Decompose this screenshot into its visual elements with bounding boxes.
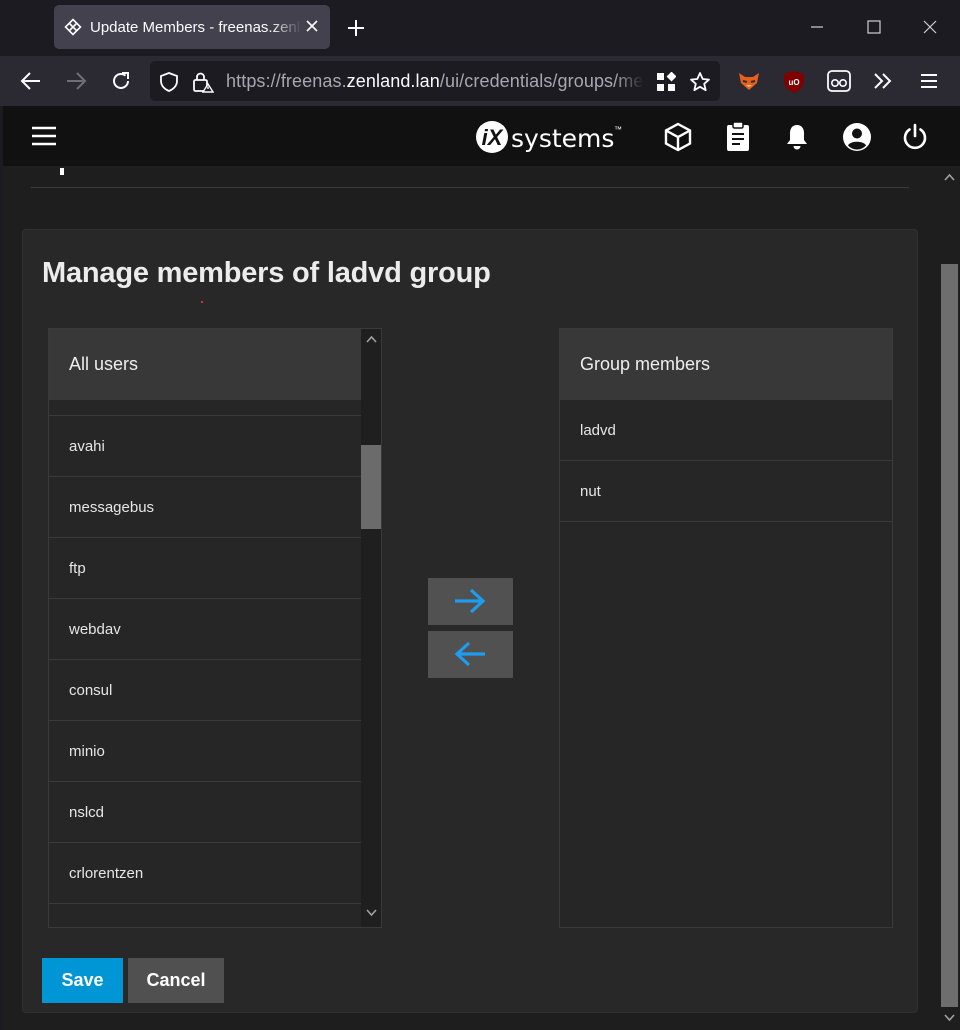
save-button[interactable]: Save (42, 958, 123, 1003)
power-icon[interactable] (901, 123, 929, 151)
warning-lock-icon[interactable] (192, 71, 214, 93)
user-name: avahi (69, 438, 105, 455)
all-users-list[interactable]: All users avahi messagebus ftp webdav co… (48, 328, 382, 928)
ublock-shield-icon[interactable]: uO (783, 70, 805, 94)
list-item-user[interactable]: webdav (49, 599, 361, 660)
browser-tab[interactable]: Update Members - freenas.zenland.lan (54, 5, 330, 49)
list-item-member[interactable]: ladvd (560, 400, 892, 461)
member-name: ladvd (580, 422, 616, 439)
app-top-bar: iX systems ™ (3, 106, 960, 166)
qr-code-icon[interactable] (656, 72, 676, 92)
bookmark-star-icon[interactable] (689, 71, 711, 93)
add-member-button[interactable] (428, 578, 513, 625)
group-members-header-label: Group members (580, 354, 711, 374)
tab-title: Update Members - freenas.zenland.lan (90, 19, 302, 36)
account-circle-icon[interactable] (842, 122, 872, 152)
ixsystems-logo[interactable]: iX systems ™ (475, 120, 625, 154)
breadcrumb-divider (31, 187, 909, 188)
user-name: webdav (69, 621, 121, 638)
list-item-user[interactable]: avahi (49, 416, 361, 477)
user-name: ftp (69, 560, 86, 577)
list-item-user[interactable]: ftp (49, 538, 361, 599)
task-manager-clipboard-icon[interactable] (725, 121, 751, 153)
user-name: crlorentzen (69, 865, 144, 882)
svg-text:iX: iX (482, 125, 504, 150)
truecommand-icon[interactable] (663, 122, 693, 152)
group-members-header: Group members (560, 329, 892, 400)
list-item-user[interactable]: nslcd (49, 782, 361, 843)
cancel-button[interactable]: Cancel (128, 958, 224, 1003)
truenas-app: iX systems ™ Manage members of ladvd gro… (3, 106, 960, 1030)
scroll-down-chevron-icon[interactable] (366, 909, 377, 917)
list-item-user[interactable]: consul (49, 660, 361, 721)
close-window-icon[interactable] (923, 20, 937, 34)
user-name: messagebus (69, 499, 155, 516)
close-tab-icon[interactable] (306, 20, 318, 32)
reload-icon[interactable] (111, 71, 131, 91)
all-users-scrollbar[interactable] (361, 329, 381, 927)
user-name: minio (69, 743, 105, 760)
forward-arrow-icon[interactable] (65, 71, 87, 91)
all-users-header: All users (49, 329, 361, 400)
browser-tab-strip: Update Members - freenas.zenland.lan (0, 0, 960, 56)
address-bar[interactable]: https://freenas.zenland.lan/ui/credentia… (150, 61, 720, 101)
list-item-user[interactable]: messagebus (49, 477, 361, 538)
url-text[interactable]: https://freenas.zenland.lan/ui/credentia… (226, 71, 644, 92)
page-scrollbar-thumb[interactable] (941, 264, 958, 1007)
stray-dot (201, 301, 203, 303)
alerts-bell-icon[interactable] (785, 123, 809, 151)
glasses-extension-icon[interactable] (827, 70, 851, 92)
fox-extension-icon[interactable] (737, 70, 761, 92)
user-name: consul (69, 682, 113, 699)
svg-text:uO: uO (788, 78, 799, 87)
truenas-favicon-icon (64, 18, 82, 36)
list-item-user[interactable]: minio (49, 721, 361, 782)
svg-text:systems: systems (511, 124, 614, 153)
browser-menu-icon[interactable] (920, 73, 938, 89)
minimize-window-icon[interactable] (810, 18, 824, 36)
browser-toolbar: https://freenas.zenland.lan/ui/credentia… (0, 56, 960, 106)
tracking-shield-icon[interactable] (160, 72, 178, 92)
scroll-up-chevron-icon[interactable] (366, 335, 377, 343)
svg-text:™: ™ (614, 125, 622, 134)
manage-members-card: Manage members of ladvd group All users … (22, 229, 918, 1013)
remove-member-button[interactable] (428, 631, 513, 678)
new-tab-plus-icon[interactable] (346, 18, 366, 38)
page-scroll-up-chevron-icon[interactable] (944, 173, 955, 181)
breadcrumb-fragment (60, 168, 64, 175)
more-tools-chevron-icon[interactable] (873, 72, 893, 90)
list-item-user[interactable]: crlorentzen (49, 843, 361, 904)
user-name: nslcd (69, 804, 105, 821)
list-item-member[interactable]: nut (560, 461, 892, 522)
page-title: Manage members of ladvd group (42, 257, 491, 289)
scrollbar-thumb[interactable] (361, 445, 381, 529)
page-content: Manage members of ladvd group All users … (3, 166, 939, 1030)
all-users-header-label: All users (69, 354, 139, 374)
maximize-window-icon[interactable] (867, 20, 881, 34)
member-name: nut (580, 483, 601, 500)
page-scrollbar[interactable] (939, 166, 960, 1030)
group-members-list[interactable]: Group members ladvd nut (559, 328, 893, 928)
back-arrow-icon[interactable] (20, 71, 42, 91)
page-scroll-down-chevron-icon[interactable] (944, 1014, 955, 1022)
sidenav-toggle-icon[interactable] (31, 126, 57, 146)
